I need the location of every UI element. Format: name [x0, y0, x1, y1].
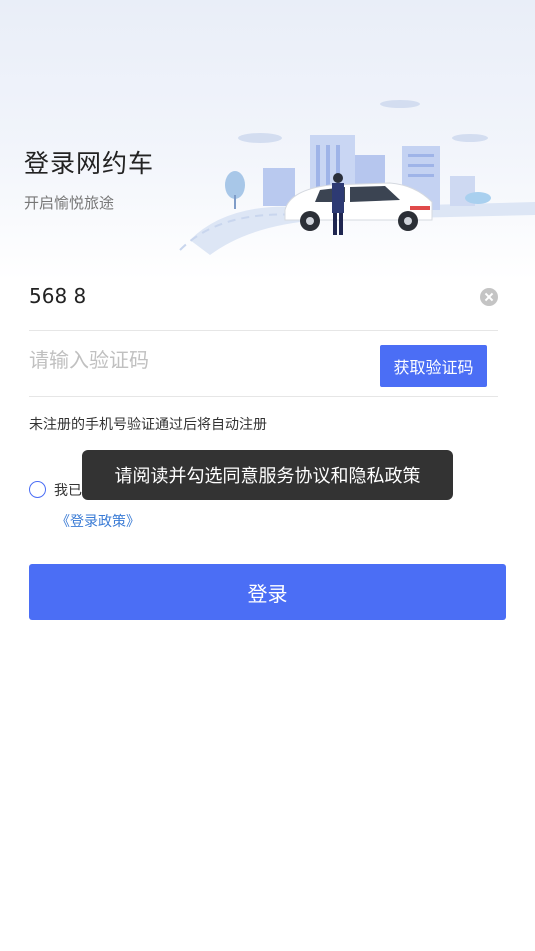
code-field-row: 获取验证码: [29, 332, 498, 397]
verification-code-input[interactable]: [29, 348, 359, 372]
phone-field-row: 568 8: [29, 270, 498, 331]
phone-input[interactable]: 568 8: [29, 284, 86, 308]
hero-banner: 登录网约车 开启愉悦旅途: [0, 0, 535, 280]
get-code-button[interactable]: 获取验证码: [380, 345, 487, 387]
auto-register-notice: 未注册的手机号验证通过后将自动注册: [29, 417, 267, 433]
page-title: 登录网约车: [24, 149, 155, 178]
agreement-text: 我已: [54, 483, 82, 499]
clear-icon[interactable]: [480, 288, 498, 306]
login-policy-link[interactable]: 《登录政策》: [56, 511, 140, 531]
toast-message: 请阅读并勾选同意服务协议和隐私政策: [82, 450, 453, 500]
page-subtitle: 开启愉悦旅途: [24, 194, 115, 212]
agreement-radio[interactable]: [29, 481, 46, 498]
login-button[interactable]: 登录: [29, 564, 506, 620]
car-city-illustration: [179, 100, 535, 255]
